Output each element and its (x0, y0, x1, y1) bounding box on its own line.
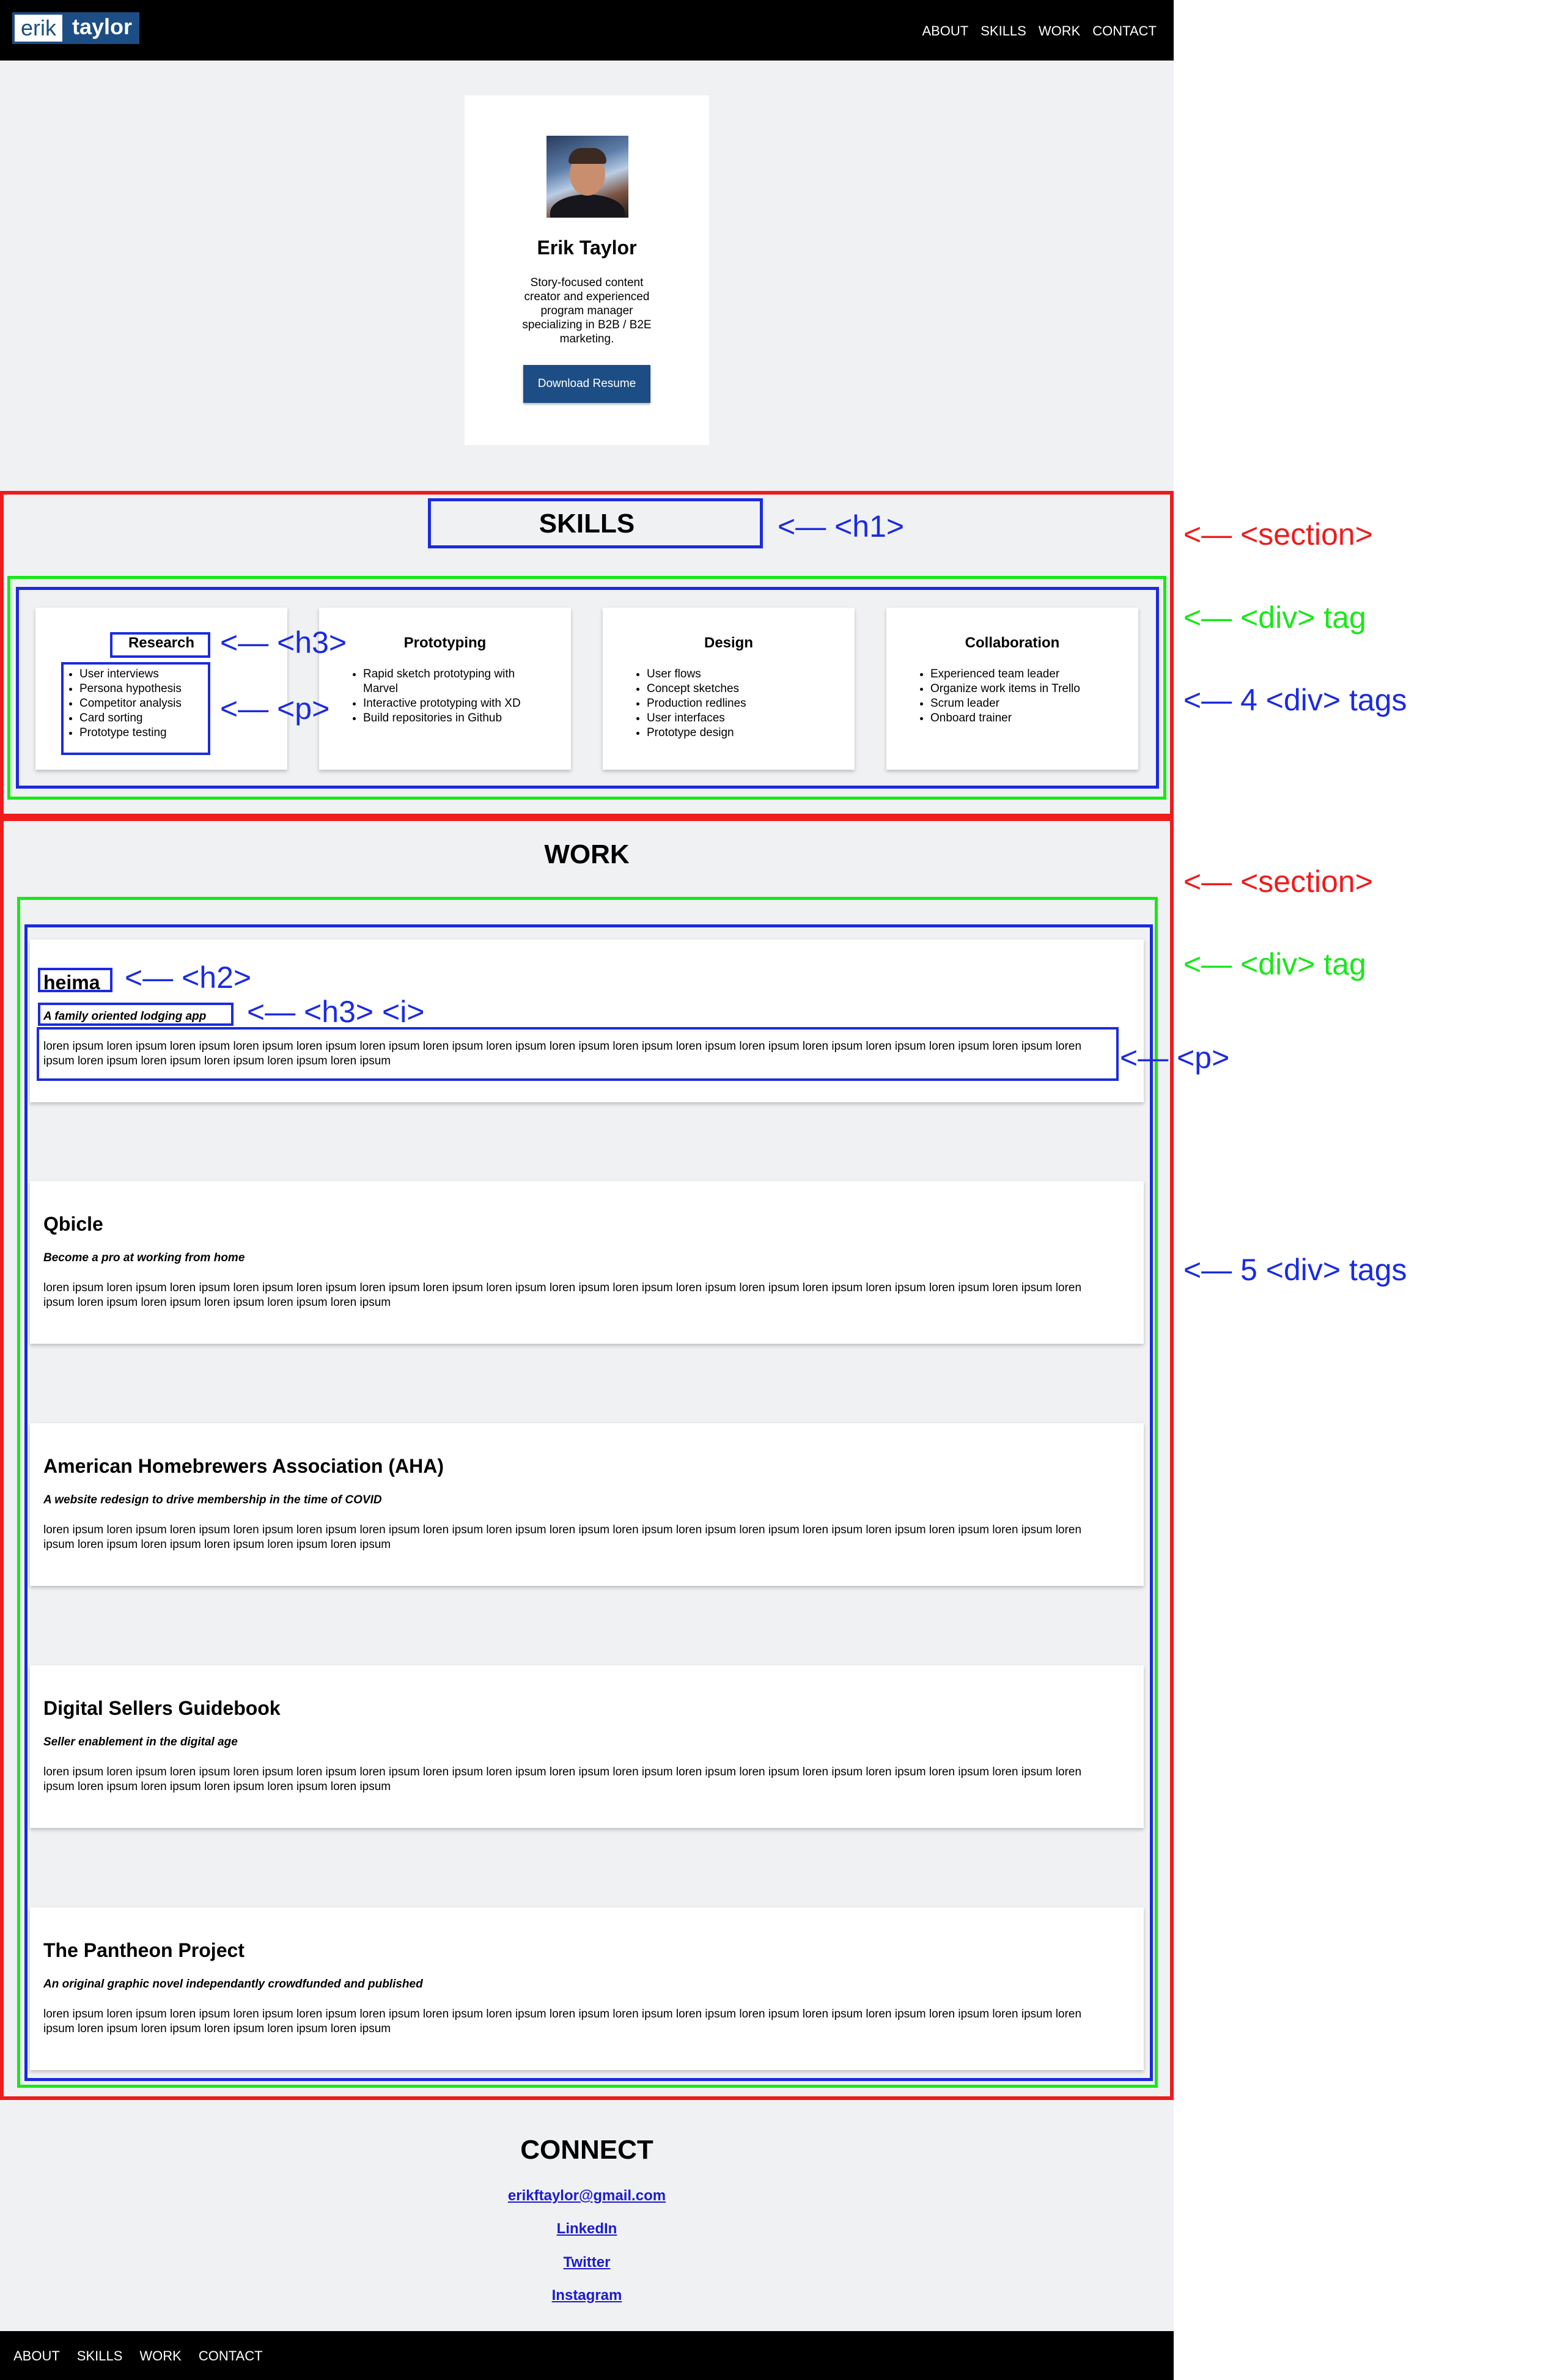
annotation-label: <— <div> tag (1183, 600, 1366, 635)
h1-outline (428, 498, 763, 548)
p-outline (61, 662, 210, 755)
footer-work-link[interactable]: WORK (139, 2348, 181, 2364)
avatar-body-shape (550, 194, 625, 218)
p-outline (37, 1027, 1119, 1081)
h3-italic-outline (38, 1003, 234, 1026)
footer-skills-link[interactable]: SKILLS (77, 2348, 123, 2364)
nav-contact-link[interactable]: CONTACT (1092, 23, 1157, 39)
connect-heading: CONNECT (520, 2135, 653, 2165)
annotation-label: <— 4 <div> tags (1183, 683, 1407, 717)
site-logo[interactable]: erik taylor (12, 12, 140, 44)
footer-navbar: ABOUT SKILLS WORK CONTACT (0, 2331, 1174, 2380)
logo-last-name: taylor (65, 12, 140, 44)
divs-outline (24, 924, 1153, 2081)
footer-contact-link[interactable]: CONTACT (199, 2348, 263, 2364)
avatar (546, 136, 628, 218)
annotation-label: <— 5 <div> tags (1183, 1253, 1407, 1287)
profile-card: Erik Taylor Story-focused content creato… (465, 95, 709, 445)
top-nav: ABOUT SKILLS WORK CONTACT (922, 23, 1157, 39)
avatar-hair-shape (568, 148, 606, 164)
annotation-label: <— <section> (1183, 517, 1373, 551)
annotation-label: <— <h3> (220, 625, 347, 660)
annotation-label: <— <p> (1120, 1041, 1230, 1075)
footer-about-link[interactable]: ABOUT (13, 2348, 60, 2364)
logo-first-name: erik (12, 12, 65, 44)
annotation-label: <— <h3> <i> (247, 995, 425, 1029)
instagram-link[interactable]: Instagram (0, 2287, 1174, 2304)
annotation-label: <— <section> (1183, 864, 1373, 899)
nav-work-link[interactable]: WORK (1039, 23, 1080, 39)
top-navbar: erik taylor ABOUT SKILLS WORK CONTACT (0, 0, 1174, 61)
nav-skills-link[interactable]: SKILLS (981, 23, 1026, 39)
h3-outline (110, 632, 210, 658)
nav-about-link[interactable]: ABOUT (922, 23, 968, 39)
linkedin-link[interactable]: LinkedIn (0, 2220, 1174, 2238)
profile-bio: Story-focused content creator and experi… (522, 276, 652, 345)
profile-name: Erik Taylor (537, 237, 637, 259)
email-link[interactable]: erikftaylor@gmail.com (0, 2187, 1174, 2205)
twitter-link[interactable]: Twitter (0, 2254, 1174, 2271)
annotation-label: <— <p> (220, 691, 330, 726)
download-resume-button[interactable]: Download Resume (523, 365, 650, 403)
annotation-label: <— <div> tag (1183, 947, 1366, 981)
annotation-label: <— <h2> (125, 960, 252, 995)
annotation-label: <— <h1> (778, 509, 905, 543)
footer-nav: ABOUT SKILLS WORK CONTACT (13, 2348, 263, 2364)
h2-outline (38, 968, 112, 992)
